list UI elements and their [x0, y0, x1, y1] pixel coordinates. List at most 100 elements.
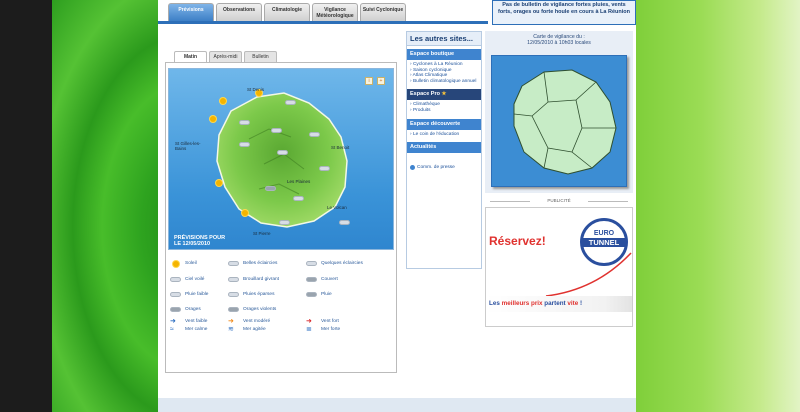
nav-underline	[158, 21, 488, 24]
heavy-sea-icon: ≣	[306, 326, 312, 333]
vigilance-panel: Carte de vigilance du : 12/05/2010 à 10h…	[485, 31, 633, 193]
left-dark-border	[0, 0, 52, 412]
fog-icon	[228, 277, 239, 282]
forecast-date: PRÉVISIONS POUR LE 12/05/2010	[174, 235, 226, 247]
tab-vigilance[interactable]: Vigilance Météorologique	[312, 3, 358, 21]
pub-rule-right	[588, 201, 628, 202]
eurotunnel-ad[interactable]: Réservez! EURO TUNNEL Les meilleurs prix…	[485, 207, 633, 327]
page-content: Prévisions Observations Climatologie Vig…	[158, 0, 636, 412]
cloud-icon	[265, 186, 276, 191]
footer-strip	[158, 398, 636, 412]
cloud-icon	[309, 132, 320, 137]
town-st-gilles: St Gilles-les-Bains	[175, 141, 201, 151]
tab-matin[interactable]: Matin	[174, 51, 207, 62]
wind-moderate-icon: ➜	[228, 318, 234, 325]
info-button[interactable]: i	[365, 77, 373, 85]
cloud-icon	[319, 166, 330, 171]
cloud-icon	[271, 128, 282, 133]
tab-previsions[interactable]: Prévisions	[168, 3, 214, 21]
decouverte-list: Le coin de l'éducation	[407, 130, 481, 140]
legend-soleil: Soleil	[170, 260, 197, 267]
other-sites-panel: Les autres sites... Espace boutique Cycl…	[406, 31, 482, 269]
sun-icon	[216, 179, 222, 186]
sun-icon	[220, 97, 226, 104]
town-st-denis: St Denis	[247, 87, 265, 92]
vigilance-map[interactable]	[491, 55, 627, 187]
left-background-swirl	[52, 0, 158, 412]
sun-icon	[210, 115, 216, 122]
overcast-icon	[306, 277, 317, 282]
sun-icon	[242, 209, 248, 216]
calm-sea-icon: ≈	[170, 326, 174, 333]
cloud-icon	[239, 120, 250, 125]
legend-ciel-voile: Ciel voilé	[170, 276, 204, 283]
tab-suivi-cyclonique[interactable]: Suivi Cyclonique	[360, 3, 406, 21]
tab-observations[interactable]: Observations	[216, 3, 262, 21]
rough-sea-icon: ≋	[228, 326, 234, 333]
legend-quelques-eclaircies: Quelques éclaircies	[306, 260, 363, 267]
legend-mer-forte: ≣ Mer forte	[306, 326, 341, 333]
town-st-pierre: St Pierre	[253, 231, 271, 236]
cloud-icon	[339, 220, 350, 225]
vigilance-banner: Pas de bulletin de vigilance fortes plui…	[492, 0, 636, 25]
legend-vent-fort: ➜ Vent fort	[306, 318, 339, 325]
town-le-volcan: Le Volcan	[327, 205, 347, 210]
actualites-header: Actualités	[407, 142, 481, 154]
partly-sunny-icon	[228, 261, 239, 266]
legend-orages-violents: Orages violents	[228, 306, 276, 313]
town-st-benoit: St Benoit	[331, 145, 350, 150]
wind-weak-icon: ➜	[170, 318, 176, 325]
legend-couvert: Couvert	[306, 276, 338, 283]
link-coin-education[interactable]: Le coin de l'éducation	[410, 132, 478, 138]
ad-slogan: Les meilleurs prix partent vite !	[489, 300, 583, 307]
link-comm-presse[interactable]: Comm. de presse	[407, 163, 481, 172]
forecast-panel: St Denis St Gilles-les-Bains St Benoit L…	[165, 62, 397, 373]
pro-list: Climathèque Produits	[407, 100, 481, 115]
legend-mer-calme: ≈ Mer calme	[170, 326, 208, 333]
light-rain-icon	[170, 292, 181, 297]
legend-mer-agitee: ≋ Mer agitée	[228, 326, 266, 333]
espace-pro-header: Espace Pro ★	[407, 89, 481, 101]
forecast-tabs: Matin Après-midi Bulletin	[174, 51, 277, 62]
cloud-icon	[277, 150, 288, 155]
legend-pluie-faible: Pluie faible	[170, 291, 208, 298]
sun-icon	[173, 260, 179, 267]
cloudy-sun-icon	[306, 261, 317, 266]
town-les-plaines: Les Plaines	[287, 179, 311, 184]
espace-decouverte-header: Espace découverte	[407, 118, 481, 130]
espace-boutique-header: Espace boutique	[407, 49, 481, 60]
cloud-icon	[239, 142, 250, 147]
right-background-gradient	[636, 0, 800, 412]
tab-bulletin[interactable]: Bulletin	[244, 51, 277, 62]
main-nav-tabs: Prévisions Observations Climatologie Vig…	[168, 3, 406, 21]
link-bulletin-climatologique[interactable]: Bulletin climatologique annuel	[410, 79, 478, 85]
hazy-sky-icon	[170, 277, 181, 282]
legend-pluie: Pluie	[306, 291, 332, 298]
scattered-rain-icon	[228, 292, 239, 297]
cloud-icon	[293, 196, 304, 201]
rain-icon	[306, 292, 317, 297]
tab-climatologie[interactable]: Climatologie	[264, 3, 310, 21]
other-sites-title: Les autres sites...	[407, 32, 481, 46]
tab-apres-midi[interactable]: Après-midi	[209, 51, 242, 62]
cloud-icon	[279, 220, 290, 225]
legend-vent-faible: ➜ Vent faible	[170, 318, 208, 325]
legend-orages: Orages	[170, 306, 201, 313]
link-produits[interactable]: Produits	[410, 108, 478, 114]
boutique-list: Cyclones à La Réunion Saison cyclonique …	[407, 60, 481, 86]
cloud-icon	[285, 100, 296, 105]
vigilance-island	[513, 69, 617, 175]
zoom-button[interactable]: +	[377, 77, 385, 85]
eurotunnel-logo: EURO TUNNEL	[580, 218, 628, 266]
forecast-map: St Denis St Gilles-les-Bains St Benoit L…	[168, 68, 394, 250]
legend-belles-eclaircies: Belles éclaircies	[228, 260, 277, 267]
vigilance-caption: Carte de vigilance du : 12/05/2010 à 10h…	[527, 34, 591, 46]
info-icon	[410, 165, 415, 171]
star-icon: ★	[441, 91, 447, 98]
wind-strong-icon: ➜	[306, 318, 312, 325]
legend-vent-modere: ➜ Vent modéré	[228, 318, 271, 325]
thunderstorm-icon	[170, 307, 181, 312]
legend-pluies-eparses: Pluies éparses	[228, 291, 274, 298]
ad-reservez: Réservez!	[489, 234, 546, 248]
severe-storm-icon	[228, 307, 239, 312]
